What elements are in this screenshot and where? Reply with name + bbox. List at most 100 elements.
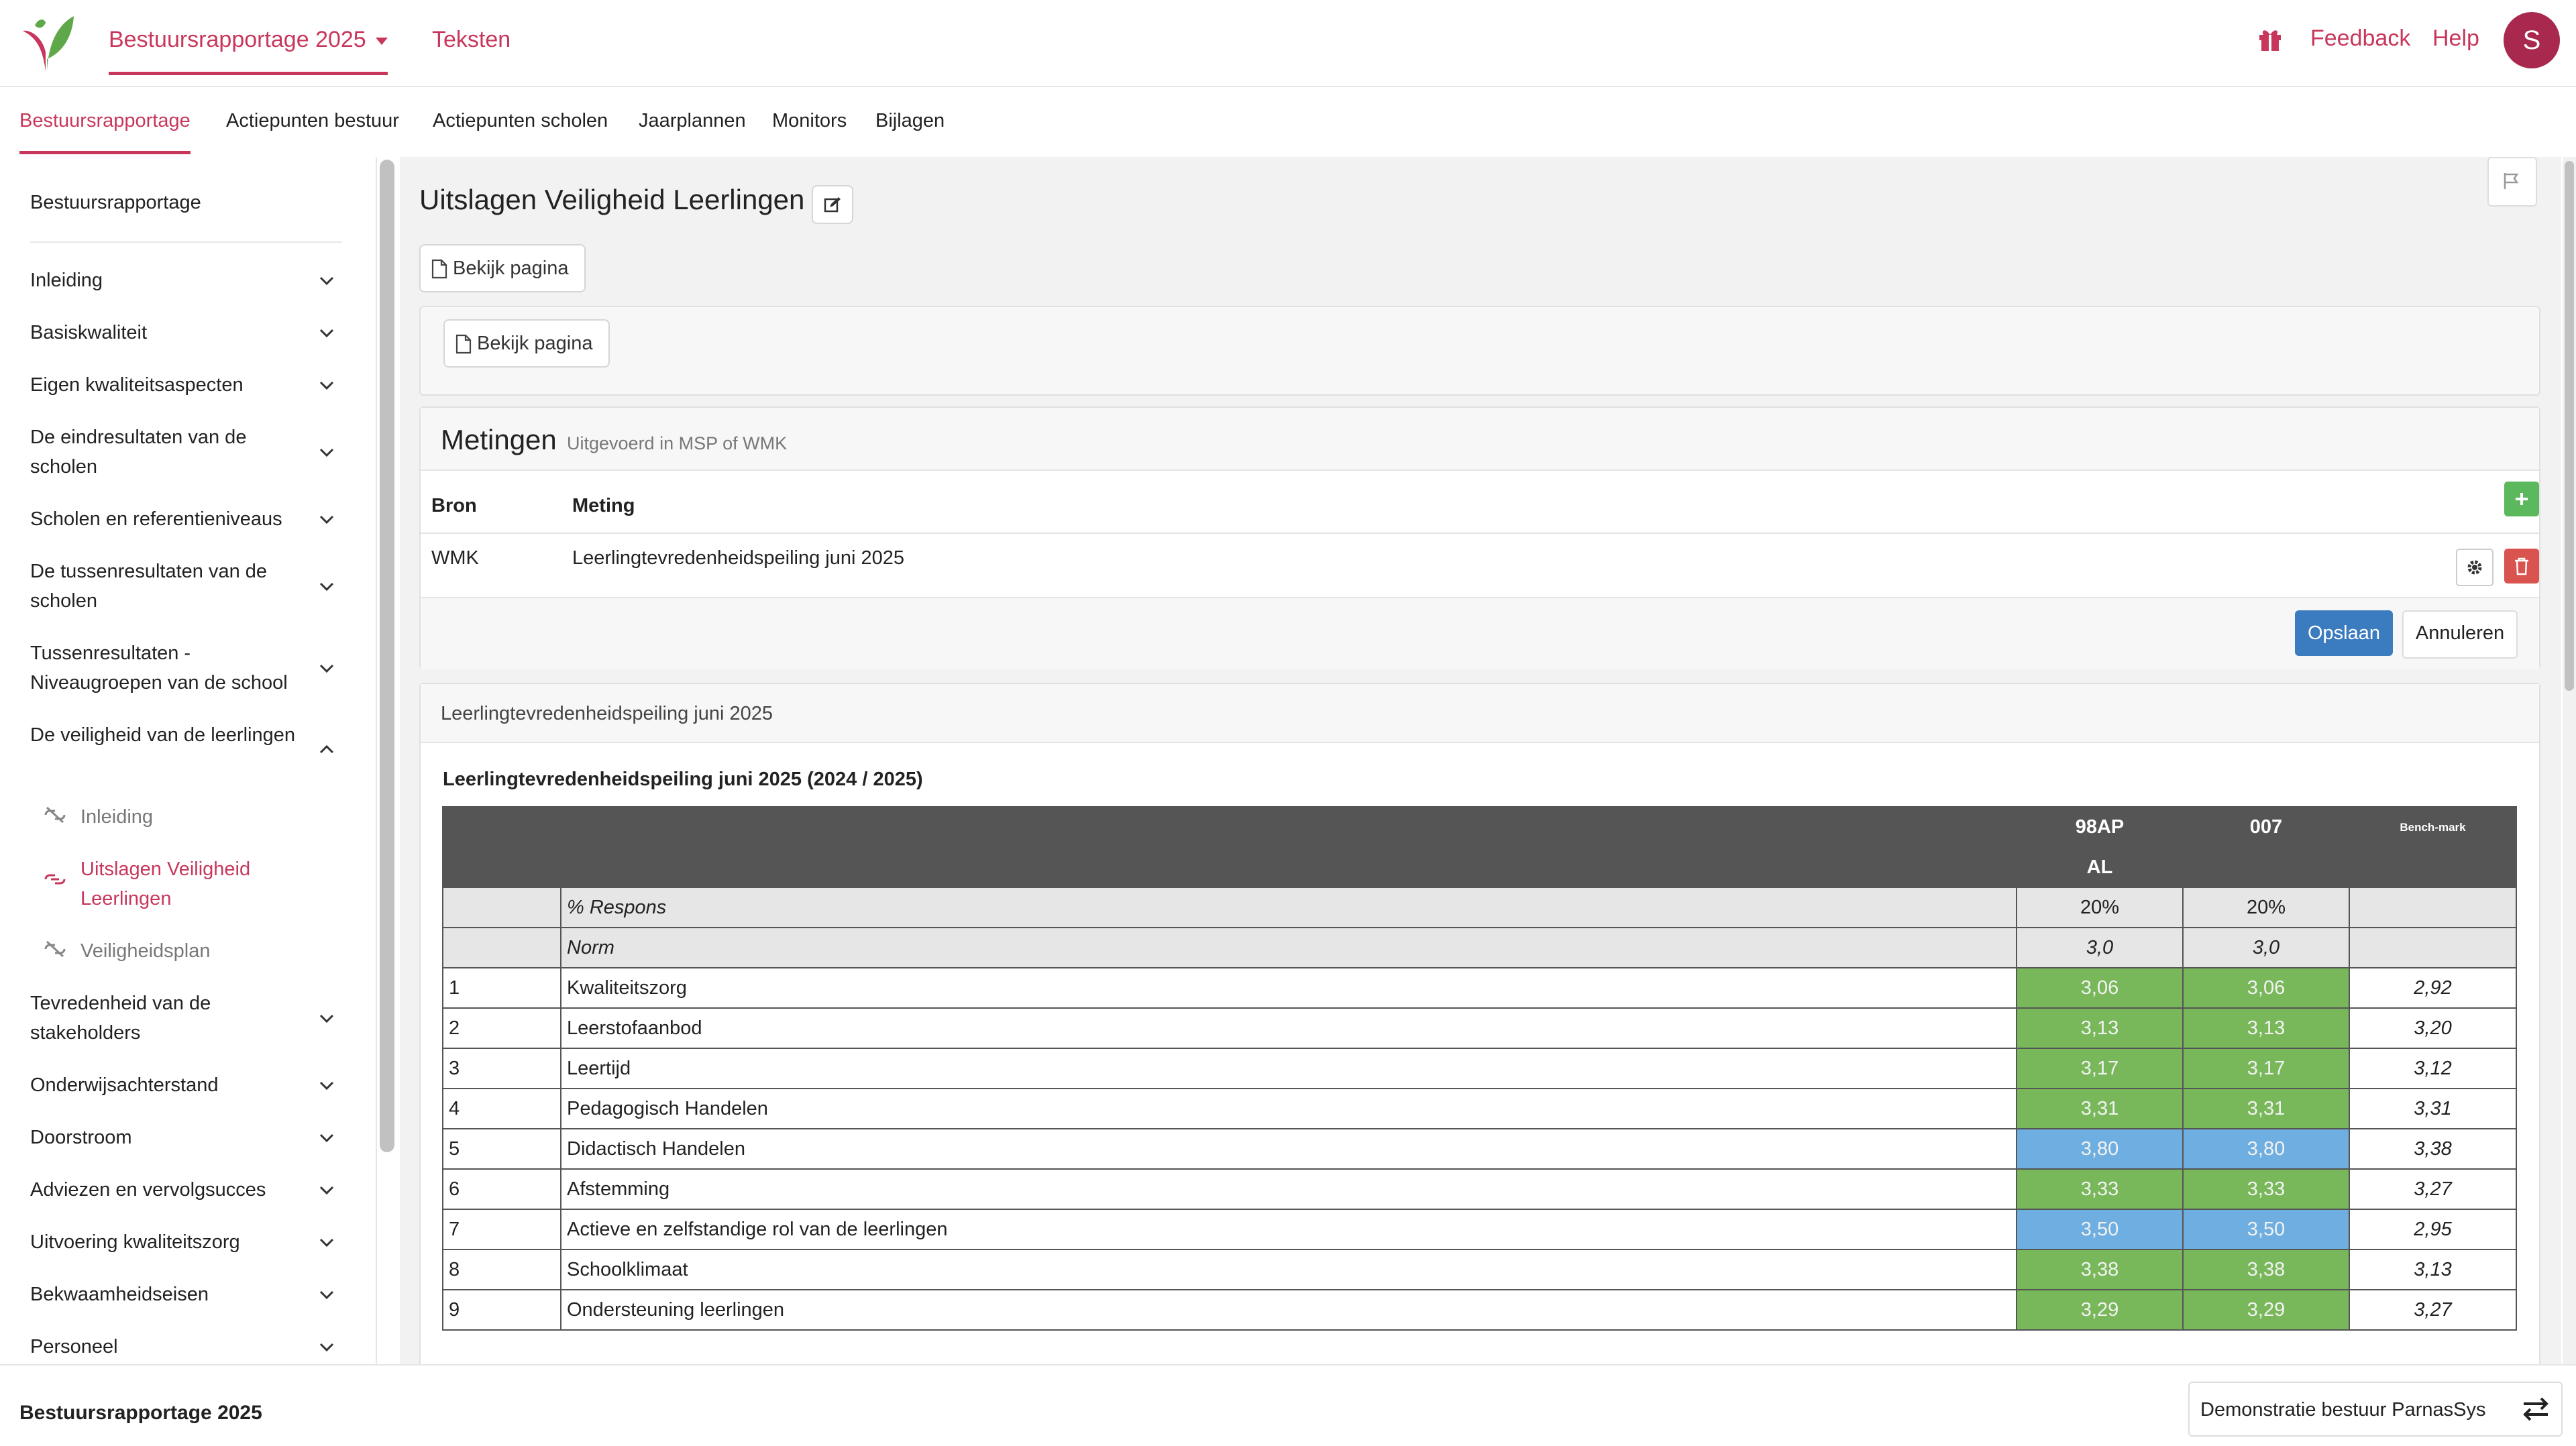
chevron-down-icon[interactable] [319,511,335,527]
score-007: 3,17 [2182,1048,2350,1089]
file-icon [455,334,472,354]
score-98ap: 3,50 [2016,1209,2184,1250]
norm-label: Norm [560,927,2017,968]
chevron-down-icon[interactable] [319,1010,335,1026]
subnav-monitors[interactable]: Monitors [772,110,847,132]
sidebar-item-eindresultaten[interactable]: De eindresultaten van de scholen [30,423,299,482]
sidebar-item-niveaugroepen[interactable]: Tussenresultaten - Niveaugroepen van de … [30,638,299,698]
unlink-icon [44,940,66,958]
top-bar: Bestuursrapportage 2025 Teksten Feedback… [0,0,2576,87]
sidebar-item-eigen-kwaliteitsaspecten[interactable]: Eigen kwaliteitsaspecten [30,370,299,400]
chevron-down-icon[interactable] [319,272,335,288]
sidebar-item-referentieniveaus[interactable]: Scholen en referentieniveaus [30,504,299,534]
sidebar-item-kwaliteitszorg[interactable]: Uitvoering kwaliteitszorg [30,1227,299,1257]
table-header-cell [2349,846,2517,888]
chevron-down-icon[interactable] [319,1182,335,1198]
edit-title-button[interactable] [812,185,853,224]
flag-button[interactable] [2487,157,2537,207]
table-row: 2 Leerstofaanbod 3,13 3,13 3,20 [442,1007,2517,1049]
row-label: Ondersteuning leerlingen [560,1289,2017,1331]
texts-tab[interactable]: Teksten [432,27,511,53]
subnav-bestuursrapportage[interactable]: Bestuursrapportage [19,110,191,154]
sidebar-item-onderwijsachterstand[interactable]: Onderwijsachterstand [30,1070,299,1100]
chevron-down-icon[interactable] [319,578,335,594]
help-link[interactable]: Help [2432,25,2479,52]
cancel-button[interactable]: Annuleren [2402,610,2518,659]
chevron-up-icon[interactable] [319,742,335,758]
subnav-jaarplannen[interactable]: Jaarplannen [639,110,746,132]
sidebar-divider [30,241,342,243]
column-subheader-al: AL [2016,846,2184,888]
page-title: Uitslagen Veiligheid Leerlingen [419,184,805,215]
sidebar-scrollbar[interactable] [380,160,394,1152]
main-scrollbar[interactable] [2565,161,2574,691]
chevron-down-icon[interactable] [319,1129,335,1146]
score-007: 3,38 [2182,1249,2350,1290]
chevron-down-icon[interactable] [319,1286,335,1302]
metingen-subtitle: Uitgevoerd in MSP of WMK [567,433,788,453]
sidebar-item-personeel[interactable]: Personeel [30,1332,299,1361]
metingen-footer: Opslaan Annuleren [421,597,2539,669]
sidebar-subitem-uitslagen[interactable]: Uitslagen Veiligheid Leerlingen [80,854,302,913]
row-number: 8 [442,1249,561,1290]
column-header-bron: Bron [431,495,477,516]
sidebar-item-tevredenheid[interactable]: Tevredenheid van de stakeholders [30,989,299,1048]
table-header-row: 98AP 007 Bench-mark [442,806,2517,848]
score-98ap: 3,33 [2016,1168,2184,1210]
unlink-icon [44,806,66,824]
meting-row-meting: Leerlingtevredenheidspeiling juni 2025 [572,547,904,569]
sidebar-subitem-veiligheidsplan[interactable]: Veiligheidsplan [80,936,302,966]
sidebar-item-basiskwaliteit[interactable]: Basiskwaliteit [30,318,299,347]
row-number: 5 [442,1128,561,1170]
table-row: 6 Afstemming 3,33 3,33 3,27 [442,1168,2517,1210]
sidebar-item-tussenresultaten[interactable]: De tussenresultaten van de scholen [30,557,299,616]
view-page-button[interactable]: Bekijk pagina [419,244,586,292]
score-98ap: 3,13 [2016,1007,2184,1049]
add-button[interactable] [2504,482,2539,516]
table-cell [2349,887,2517,928]
gear-icon [2467,560,2482,575]
app-logo-icon[interactable] [19,12,76,72]
score-98ap: 3,06 [2016,967,2184,1009]
sidebar-item-bekwaamheidseisen[interactable]: Bekwaamheidseisen [30,1280,299,1309]
subnav-actiepunten-scholen[interactable]: Actiepunten scholen [433,110,608,132]
row-number: 2 [442,1007,561,1049]
chevron-down-icon[interactable] [319,444,335,460]
sidebar-item-inleiding[interactable]: Inleiding [30,266,299,295]
row-number: 9 [442,1289,561,1331]
organisation-switch-button[interactable]: Demonstratie bestuur ParnasSys [2188,1382,2563,1437]
score-007: 3,50 [2182,1209,2350,1250]
row-number: 4 [442,1088,561,1129]
table-header-cell [442,846,561,888]
norm-row: Norm 3,0 3,0 [442,927,2517,968]
chevron-down-icon[interactable] [319,377,335,393]
settings-button[interactable] [2456,549,2493,586]
sidebar-subitem-inleiding[interactable]: Inleiding [80,802,302,832]
sidebar-item-adviezen[interactable]: Adviezen en vervolgsucces [30,1175,299,1205]
view-page-button-2[interactable]: Bekijk pagina [443,319,610,368]
feedback-link[interactable]: Feedback [2310,25,2410,52]
subnav-actiepunten-bestuur[interactable]: Actiepunten bestuur [226,110,399,132]
benchmark-value: 2,95 [2349,1209,2517,1250]
chevron-down-icon[interactable] [319,660,335,676]
user-avatar[interactable]: S [2504,12,2560,68]
sidebar: Bestuursrapportage Inleiding Basiskwalit… [0,157,377,1364]
column-header-meting: Meting [572,495,635,516]
chevron-down-icon[interactable] [319,1077,335,1093]
gift-icon[interactable] [2257,25,2284,52]
sidebar-item-doorstroom[interactable]: Doorstroom [30,1123,299,1152]
delete-button[interactable] [2504,549,2539,583]
table-subheader-row: AL [442,846,2517,888]
sidebar-item-veiligheid[interactable]: De veiligheid van de leerlingen [30,720,299,750]
report-selector-tab[interactable]: Bestuursrapportage 2025 [109,27,388,75]
edit-icon [824,197,841,213]
results-header: Leerlingtevredenheidspeiling juni 2025 [421,684,2539,743]
chevron-down-icon[interactable] [319,1234,335,1250]
sidebar-item-bestuursrapportage[interactable]: Bestuursrapportage [30,192,201,214]
save-button[interactable]: Opslaan [2295,610,2393,656]
subnav-bijlagen[interactable]: Bijlagen [875,110,945,132]
main-content: Uitslagen Veiligheid Leerlingen Bekijk p… [400,157,2561,1364]
score-007: 3,29 [2182,1289,2350,1331]
chevron-down-icon[interactable] [319,325,335,341]
chevron-down-icon[interactable] [319,1339,335,1355]
